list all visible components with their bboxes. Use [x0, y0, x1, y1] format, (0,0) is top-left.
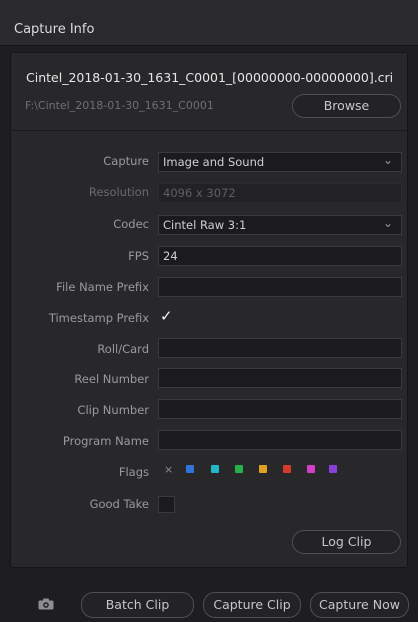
program-name-input[interactable] — [158, 430, 402, 450]
divider — [11, 130, 407, 131]
codec-label: Codec — [113, 217, 149, 231]
resolution-field: 4096 x 3072 — [158, 183, 402, 203]
flag-blue[interactable] — [186, 465, 194, 473]
camera-icon[interactable] — [38, 598, 54, 610]
reel-number-label: Reel Number — [74, 372, 149, 386]
capture-clip-button[interactable]: Capture Clip — [203, 592, 301, 618]
flags-label: Flags — [118, 465, 149, 479]
file-name-prefix-label: File Name Prefix — [56, 280, 149, 294]
codec-select-value: Cintel Raw 3:1 — [163, 218, 247, 232]
fps-label: FPS — [128, 249, 149, 263]
chevron-down-icon: ⌄ — [382, 216, 393, 230]
chevron-down-icon: ⌄ — [382, 153, 393, 167]
window-title: Capture Info — [14, 22, 95, 37]
flag-pink[interactable] — [307, 465, 315, 473]
title-bar: Capture Info — [0, 0, 418, 46]
flag-green[interactable] — [235, 465, 243, 473]
browse-button[interactable]: Browse — [292, 94, 401, 118]
program-name-label: Program Name — [62, 434, 149, 448]
capture-now-button[interactable]: Capture Now — [310, 592, 409, 618]
clip-number-label: Clip Number — [77, 403, 149, 417]
good-take-label: Good Take — [89, 497, 149, 511]
roll-card-input[interactable] — [158, 338, 402, 358]
capture-path: F:\Cintel_2018-01-30_1631_C0001 — [25, 99, 214, 112]
flag-yellow[interactable] — [259, 465, 267, 473]
capture-select-value: Image and Sound — [163, 155, 265, 169]
log-clip-button[interactable]: Log Clip — [292, 530, 401, 554]
capture-select[interactable]: Image and Sound ⌄ — [158, 152, 402, 172]
resolution-label: Resolution — [88, 185, 149, 199]
clear-flags-icon[interactable]: × — [164, 463, 173, 476]
timestamp-prefix-label: Timestamp Prefix — [48, 311, 149, 325]
timestamp-prefix-checkbox[interactable]: ✓ — [160, 309, 173, 324]
clip-file-name: Cintel_2018-01-30_1631_C0001_[00000000-0… — [26, 70, 394, 85]
roll-card-label: Roll/Card — [97, 342, 149, 356]
good-take-checkbox[interactable] — [158, 496, 175, 513]
flag-red[interactable] — [283, 465, 291, 473]
file-name-prefix-input[interactable] — [158, 277, 402, 297]
flag-cyan[interactable] — [211, 465, 219, 473]
batch-clip-button[interactable]: Batch Clip — [81, 592, 194, 618]
fps-input[interactable]: 24 — [158, 246, 402, 266]
capture-label: Capture — [103, 154, 149, 168]
flag-purple[interactable] — [329, 465, 337, 473]
clip-number-input[interactable] — [158, 399, 402, 419]
reel-number-input[interactable] — [158, 368, 402, 388]
codec-select[interactable]: Cintel Raw 3:1 ⌄ — [158, 215, 402, 235]
